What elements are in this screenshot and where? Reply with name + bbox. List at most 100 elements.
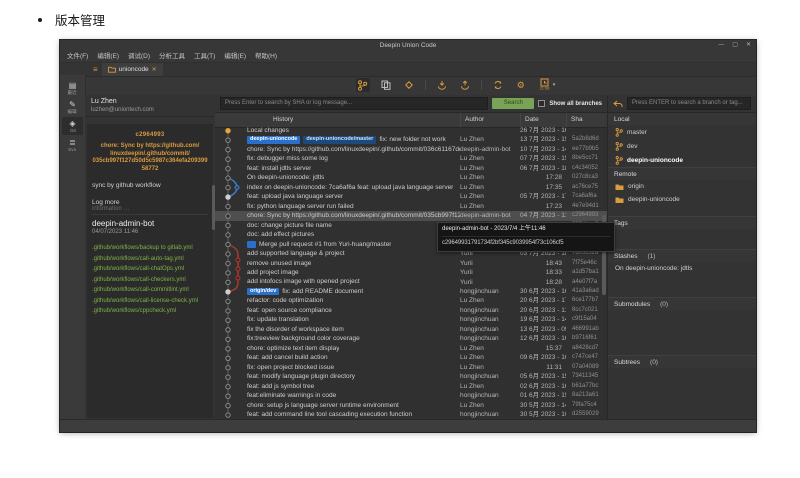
menu-item[interactable]: 调试(D) xyxy=(128,51,150,62)
编辑-icon: ✎ xyxy=(69,100,76,109)
stash-item[interactable]: On deepin-unioncode: jdtls xyxy=(608,262,756,275)
changed-file[interactable]: .github/workflows/call-auto-tag.yml xyxy=(92,254,208,265)
changed-file[interactable]: .github/workflows/call-commitlint.yml xyxy=(92,285,208,296)
commit-sha-cell: 41a3a6ad xyxy=(566,287,607,296)
history-row[interactable]: chore: Sync by https://github.com/linuxd… xyxy=(215,211,607,220)
changed-file[interactable]: .github/workflows/backup to gitlab.yml xyxy=(92,243,208,254)
refresh-icon[interactable] xyxy=(491,78,505,92)
column-history[interactable]: History xyxy=(243,113,460,127)
section-remote[interactable]: Remote xyxy=(608,167,756,180)
remote-deepin-unioncode[interactable]: deepin-unioncode xyxy=(608,193,756,206)
close-icon[interactable]: ✕ xyxy=(746,40,751,51)
tab-close-icon[interactable]: ✕ xyxy=(152,66,157,73)
commit-author-cell: Yurii xyxy=(460,268,520,277)
branch-search-input[interactable]: Press ENTER to search a branch or tag... xyxy=(627,97,751,110)
history-row[interactable]: chore: Sync by https://github.com/linuxd… xyxy=(215,145,607,154)
menu-item[interactable]: 编辑(E) xyxy=(97,51,119,62)
diamond-icon[interactable] xyxy=(402,78,416,92)
minimize-icon[interactable]: — xyxy=(718,40,724,51)
commit-message: chore: Sync by https://github.com/linuxd… xyxy=(247,211,460,220)
history-row[interactable]: origin/devfix: add README document hongj… xyxy=(215,287,607,296)
show-all-branches-checkbox[interactable] xyxy=(538,100,545,107)
commit-message: remove unused image xyxy=(247,259,311,268)
history-row[interactable]: index on deepin-unioncode: 7ca6af6a feat… xyxy=(215,183,607,192)
history-row[interactable]: On deepin-unioncode: jdtls Lu Zhen 17:28… xyxy=(215,173,607,182)
history-row[interactable]: feat: upload java language server Lu Zhe… xyxy=(215,192,607,201)
history-row[interactable]: fix: open project blocked issue Lu Zhen … xyxy=(215,363,607,372)
changed-file[interactable]: .github/workflows/call-license-check.yml xyxy=(92,296,208,307)
remote-label: origin xyxy=(628,183,644,190)
history-row[interactable]: deepin-unioncodedeepin-unioncode/masterf… xyxy=(215,135,607,144)
column-sha[interactable]: Sha xyxy=(566,113,607,127)
section-tags[interactable]: Tags xyxy=(608,216,756,229)
local-branch-master[interactable]: master xyxy=(608,125,756,139)
sidebar-item-label: 编辑 xyxy=(68,110,77,115)
column-date[interactable]: Date xyxy=(520,113,566,127)
local-branch-deepin-unioncode[interactable]: deepin-unioncode xyxy=(608,153,756,167)
menu-item[interactable]: 工具(T) xyxy=(194,51,215,62)
copy-icon[interactable] xyxy=(379,78,393,92)
history-row[interactable]: chore: optimize text item display Lu Zhe… xyxy=(215,344,607,353)
gear-icon[interactable]: ⚙ xyxy=(514,78,528,92)
changed-file[interactable]: .github/workflows/cppcheck.yml xyxy=(92,306,208,317)
sha-search-input[interactable]: Press Enter to search by SHA or log mess… xyxy=(220,97,488,110)
history-row[interactable]: feat: modify language plugin directory h… xyxy=(215,372,607,381)
chevron-down-icon[interactable]: ▾ xyxy=(553,78,556,92)
section-submodules[interactable]: Submodules(0) xyxy=(608,297,756,310)
section-subtrees[interactable]: Subtrees(0) xyxy=(608,355,756,368)
push-icon[interactable] xyxy=(458,78,472,92)
commit-graph xyxy=(215,126,243,420)
maximize-icon[interactable]: ▢ xyxy=(732,40,738,51)
search-button[interactable]: Search xyxy=(492,98,534,109)
history-row[interactable]: chore: setup js language server runtime … xyxy=(215,401,607,410)
history-range-control[interactable]: 21:08 ▾ xyxy=(537,78,556,92)
history-row[interactable]: feat: add js symbol tree Lu Zhen 02 6月 2… xyxy=(215,382,607,391)
history-row[interactable]: fix: update translation hongjinchuan 19 … xyxy=(215,315,607,324)
history-row[interactable]: feat: open source compliance hongjinchua… xyxy=(215,306,607,315)
history-row[interactable]: remove unused image Yurii 18:43 7f75e46c xyxy=(215,259,607,268)
folder-icon xyxy=(108,66,116,73)
history-row[interactable]: fix the disorder of workspace item hongj… xyxy=(215,325,607,334)
history-row[interactable]: fix: debugger miss some log Lu Zhen 07 7… xyxy=(215,154,607,163)
reply-arrow-icon[interactable] xyxy=(613,100,623,108)
commit-message: fix: open project blocked issue xyxy=(247,363,334,372)
changed-file[interactable]: .github/workflows/call-checkers.yml xyxy=(92,275,208,286)
history-row[interactable]: feat: add cancel build action Lu Zhen 09… xyxy=(215,353,607,362)
menu-bar: 文件(F) 编辑(E) 调试(D) 分析工具工具(T) 编辑(E) 帮助(H) xyxy=(60,51,756,62)
menu-item[interactable]: 编辑(E) xyxy=(224,51,246,62)
changed-file[interactable]: .github/workflows/call-chatOps.yml xyxy=(92,264,208,275)
commit-message: fix the disorder of workspace item xyxy=(247,325,344,334)
sidebar-item-svn[interactable]: ≣ Svn xyxy=(62,136,83,154)
history-row[interactable]: Local changes 26 7月 2023 - 16:16 xyxy=(215,126,607,135)
commit-date-cell: 13 6月 2023 - 09:00 xyxy=(520,325,566,334)
commit-date-cell: 17:28 xyxy=(520,173,566,182)
menu-item[interactable]: 帮助(H) xyxy=(255,51,277,62)
commit-author-cell: Lu Zhen xyxy=(460,183,520,192)
commit-message-text: sync by github workflow xyxy=(92,182,208,189)
title-bar[interactable]: Deepin Union Code — ▢ ✕ xyxy=(60,40,756,51)
section-stashes[interactable]: Stashes(1) xyxy=(608,249,756,262)
section-local[interactable]: Local xyxy=(608,113,756,125)
history-row[interactable]: refactor: code optimization Lu Zhen 20 6… xyxy=(215,296,607,305)
history-row[interactable]: feat:eliminate warnings in code hongjinc… xyxy=(215,391,607,400)
sidebar-item-git[interactable]: ◈ Git xyxy=(62,117,83,135)
branch-icon[interactable] xyxy=(356,78,370,92)
commit-date-cell: 30 6月 2023 - 16:14 xyxy=(520,287,566,296)
commit-date-cell: 18:33 xyxy=(520,268,566,277)
remote-origin[interactable]: origin xyxy=(608,180,756,193)
history-row[interactable]: fix:treeview background color coverage h… xyxy=(215,334,607,343)
sidebar-item-编辑[interactable]: ✎ 编辑 xyxy=(62,98,83,116)
history-row[interactable]: add intofocs image with opened project Y… xyxy=(215,278,607,287)
commit-message: add intofocs image with opened project xyxy=(247,278,360,287)
history-row[interactable]: add project image Yurii 18:33 a1d57ba1 xyxy=(215,268,607,277)
column-author[interactable]: Author xyxy=(460,113,520,127)
menu-item[interactable]: 文件(F) xyxy=(67,51,88,62)
local-branch-dev[interactable]: dev xyxy=(608,139,756,153)
sidebar-item-最近[interactable]: ▤ 最近 xyxy=(62,79,83,97)
pull-icon[interactable] xyxy=(435,78,449,92)
menu-item[interactable]: 分析工具 xyxy=(159,51,185,62)
branch-badge: origin/dev xyxy=(247,288,279,296)
history-row[interactable]: fix: python language server run failed L… xyxy=(215,202,607,211)
history-panel: Press Enter to search by SHA or log mess… xyxy=(215,95,607,420)
history-row[interactable]: feat: install jdtls server Lu Zhen 06 7月… xyxy=(215,164,607,173)
